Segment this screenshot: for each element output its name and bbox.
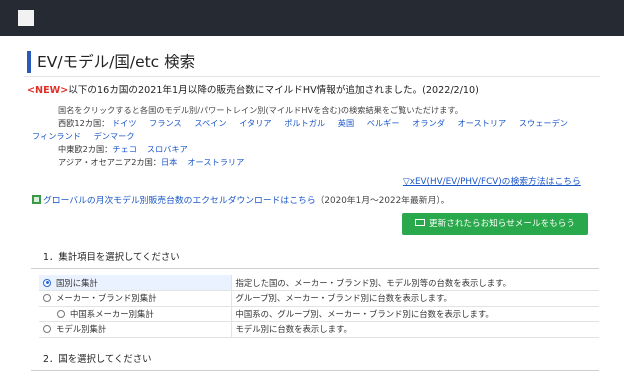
section-divider bbox=[31, 268, 599, 269]
option-label: 中国系メーカー別集計 bbox=[70, 308, 154, 319]
asia-countries-line: アジア・オセアニア2カ国：日本 オーストラリア bbox=[58, 156, 254, 169]
europe-countries-line-2: フィンランド デンマーク bbox=[32, 130, 145, 143]
section-divider bbox=[31, 370, 599, 371]
option-row-by-maker: メーカー・ブランド別集計 グループ別、メーカー・ブランド別に台数を表示します。 bbox=[39, 290, 599, 307]
option-label: メーカー・ブランド別集計 bbox=[56, 293, 157, 304]
asia-label: アジア・オセアニア2カ国： bbox=[58, 157, 161, 167]
option-by-country[interactable]: 国別に集計 bbox=[39, 275, 232, 291]
option-row-by-country: 国別に集計 指定した国の、メーカー・ブランド別、モデル別等の台数を表示します。 bbox=[39, 275, 599, 291]
country-link-italy[interactable]: イタリア bbox=[239, 118, 271, 128]
option-label: 国別に集計 bbox=[56, 277, 98, 288]
option-label: モデル別集計 bbox=[56, 324, 107, 335]
update-notice: <NEW>以下の16カ国の2021年1月以降の販売台数にマイルドHV情報が追加さ… bbox=[27, 84, 479, 98]
option-by-model[interactable]: モデル別集計 bbox=[39, 321, 232, 338]
top-navigation-bar bbox=[0, 0, 624, 36]
option-description: 中国系の、グループ別、メーカー・ブランド別に台数を表示します。 bbox=[231, 306, 599, 322]
excel-download-line: グローバルの月次モデル別販売台数のエクセルダウンロードはこちら（2020年1月～… bbox=[32, 195, 450, 208]
option-description: モデル別に台数を表示します。 bbox=[231, 321, 599, 338]
new-badge: <NEW> bbox=[27, 85, 69, 96]
update-notification-label: 更新されたらお知らせメールをもらう bbox=[429, 219, 575, 229]
country-link-portugal[interactable]: ポルトガル bbox=[284, 118, 325, 128]
mail-icon bbox=[415, 219, 426, 226]
europe-countries-line: 西欧12カ国： ドイツ フランス スペイン イタリア ポルトガル 英国 ベルギー… bbox=[58, 117, 578, 130]
site-logo-icon[interactable] bbox=[18, 10, 34, 26]
notice-text: 以下の16カ国の2021年1月以降の販売台数にマイルドHV情報が追加されました。… bbox=[68, 85, 479, 96]
section-heading-country: 2．国を選択してください bbox=[43, 354, 152, 365]
excel-download-link[interactable]: グローバルの月次モデル別販売台数のエクセルダウンロードはこちら bbox=[43, 196, 316, 206]
country-description: 国名をクリックすると各国のモデル別/パワートレイン別(マイルドHVを含む)の検索… bbox=[58, 105, 463, 115]
country-link-france[interactable]: フランス bbox=[149, 118, 182, 128]
central-europe-label: 中東欧2カ国： bbox=[58, 144, 113, 154]
option-by-chinese-maker[interactable]: 中国系メーカー別集計 bbox=[39, 306, 232, 322]
country-link-austria[interactable]: オーストリア bbox=[458, 118, 507, 128]
xev-search-help-link[interactable]: ▽xEV(HV/EV/PHV/FCV)の検索方法はこちら bbox=[403, 176, 581, 189]
radio-icon[interactable] bbox=[57, 309, 65, 318]
country-link-australia[interactable]: オーストラリア bbox=[187, 157, 244, 167]
country-link-finland[interactable]: フィンランド bbox=[32, 131, 81, 141]
section-heading-aggregation: 1．集計項目を選択してください bbox=[43, 252, 180, 263]
download-period: （2020年1月～2022年最新月）。 bbox=[315, 196, 450, 206]
radio-icon[interactable] bbox=[43, 294, 51, 303]
country-link-slovakia[interactable]: スロバキア bbox=[147, 144, 188, 154]
option-row-by-model: モデル別集計 モデル別に台数を表示します。 bbox=[39, 321, 599, 338]
update-notification-button[interactable]: 更新されたらお知らせメールをもらう bbox=[402, 213, 588, 235]
country-link-japan[interactable]: 日本 bbox=[161, 157, 177, 167]
country-link-belgium[interactable]: ベルギー bbox=[367, 118, 400, 128]
country-link-denmark[interactable]: デンマーク bbox=[94, 131, 135, 141]
title-divider bbox=[24, 76, 600, 77]
country-link-uk[interactable]: 英国 bbox=[338, 118, 354, 128]
option-description: 指定した国の、メーカー・ブランド別、モデル別等の台数を表示します。 bbox=[231, 275, 599, 291]
option-by-maker[interactable]: メーカー・ブランド別集計 bbox=[39, 290, 232, 307]
radio-selected-icon[interactable] bbox=[43, 278, 51, 287]
central-europe-countries-line: 中東欧2カ国：チェコ スロバキア bbox=[58, 143, 198, 156]
option-description: グループ別、メーカー・ブランド別に台数を表示します。 bbox=[231, 290, 599, 307]
europe-label: 西欧12カ国： bbox=[58, 118, 110, 128]
radio-icon[interactable] bbox=[43, 325, 51, 334]
country-link-sweden[interactable]: スウェーデン bbox=[519, 118, 568, 128]
country-link-netherlands[interactable]: オランダ bbox=[412, 118, 445, 128]
country-link-germany[interactable]: ドイツ bbox=[112, 118, 137, 128]
country-link-czech[interactable]: チェコ bbox=[112, 144, 137, 154]
option-row-by-chinese-maker: 中国系メーカー別集計 中国系の、グループ別、メーカー・ブランド別に台数を表示しま… bbox=[39, 306, 599, 322]
excel-icon bbox=[32, 195, 41, 204]
aggregation-options-table: 国別に集計 指定した国の、メーカー・ブランド別、モデル別等の台数を表示します。 … bbox=[39, 275, 599, 338]
page-title: EV/モデル/国/etc 検索 bbox=[27, 51, 195, 73]
country-link-spain[interactable]: スペイン bbox=[194, 118, 226, 128]
